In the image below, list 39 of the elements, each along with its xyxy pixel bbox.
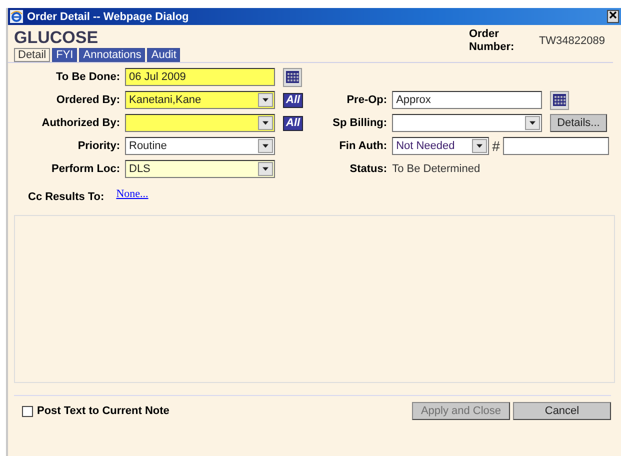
browser-icon	[10, 10, 23, 23]
all-button[interactable]: All	[283, 116, 304, 130]
input-field[interactable]	[502, 137, 609, 155]
field-label: Perform Loc:	[50, 162, 120, 177]
dropdown-field[interactable]	[125, 114, 275, 132]
tab[interactable]: Detail	[14, 48, 50, 62]
hash-label: #	[492, 137, 500, 155]
window-title: Order Detail -- Webpage Dialog	[27, 10, 189, 22]
field-label: Priority:	[76, 139, 120, 154]
field-label: To Be Done:	[55, 70, 120, 85]
field-label: Pre-Op:	[346, 93, 388, 108]
field-label: Fin Auth:	[338, 139, 388, 154]
field-label: Authorized By:	[40, 116, 120, 131]
dropdown-field[interactable]: Kanetani,Kane	[125, 91, 275, 109]
none-link[interactable]: None...	[116, 188, 148, 206]
order-number: TW34822089	[538, 35, 605, 47]
dropdown-field[interactable]: DLS	[125, 160, 275, 178]
field-label: Ordered By:	[55, 93, 120, 108]
dropdown-field[interactable]: Routine	[125, 137, 275, 155]
cc-results-label: Cc Results To:	[28, 190, 104, 205]
date-field[interactable]: 06 Jul 2009	[125, 68, 275, 86]
cancel-button[interactable]: Cancel	[513, 402, 611, 420]
status-value: To Be Determined	[392, 162, 480, 177]
checkbox-label: Post Text to Current Note	[37, 405, 170, 417]
all-button[interactable]: All	[283, 92, 304, 108]
dropdown-field[interactable]: Not Needed	[392, 137, 490, 155]
tab[interactable]: Audit	[147, 48, 180, 62]
calendar-icon[interactable]	[283, 68, 302, 86]
order-number-label: Order Number:	[468, 28, 516, 54]
details-button[interactable]: Details...	[550, 114, 607, 132]
dropdown-field[interactable]	[392, 114, 542, 132]
date-field[interactable]: Approx	[392, 91, 542, 109]
tab[interactable]: FYI	[52, 48, 78, 62]
checkbox[interactable]	[22, 406, 33, 416]
field-label: Sp Billing:	[332, 116, 388, 131]
close-icon[interactable]	[607, 10, 619, 23]
calendar-icon[interactable]	[550, 90, 570, 110]
tab[interactable]: Annotations	[79, 48, 146, 62]
field-label: Status:	[348, 162, 388, 177]
